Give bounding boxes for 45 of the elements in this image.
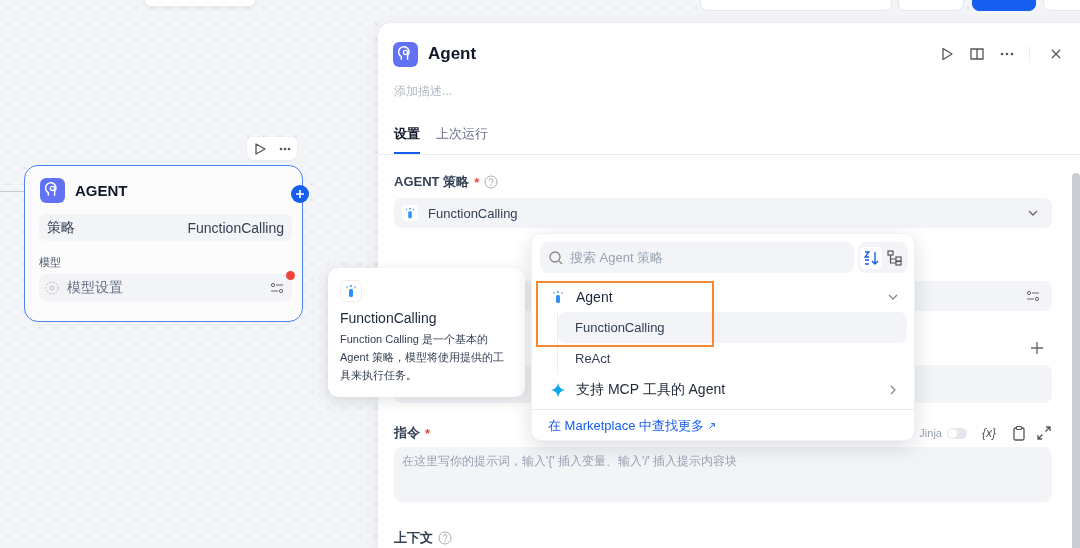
expand-icon[interactable] (1036, 425, 1052, 441)
tooltip-title: FunctionCalling (340, 310, 438, 326)
tooltip-description: Function Calling 是一个基本的 Agent 策略，模型将使用提供的工具来执行任务。 (340, 332, 505, 383)
field-label: 指令 (394, 424, 420, 442)
strategy-option[interactable]: FunctionCalling (558, 312, 907, 343)
settings-icon[interactable] (270, 280, 284, 295)
agent-head-icon (40, 178, 65, 203)
agent-head-icon (393, 41, 418, 67)
external-link-icon (707, 422, 716, 430)
clipboard-icon[interactable] (1011, 425, 1027, 441)
tool-icon (402, 205, 418, 221)
strategy-value: FunctionCalling (187, 219, 284, 236)
add-icon[interactable] (291, 185, 309, 203)
play-icon[interactable] (252, 141, 267, 156)
field-label: 上下文 (394, 529, 433, 547)
model-row[interactable]: 模型设置 (39, 274, 292, 301)
field-label: AGENT 策略 (394, 173, 470, 191)
tool-icon (340, 280, 362, 302)
agent-node[interactable]: AGENT 策略 FunctionCalling 模型 模型设置 (24, 165, 303, 322)
search-icon (548, 249, 564, 266)
add-icon[interactable] (1030, 341, 1044, 355)
strategy-option[interactable]: ReAct (558, 343, 907, 374)
jinja-label: Jinja (919, 427, 942, 439)
settings-icon[interactable] (1026, 289, 1040, 303)
required-mark: * (425, 425, 431, 441)
tab[interactable]: 设置 (394, 117, 420, 154)
jinja-toggle[interactable] (947, 427, 967, 439)
tab[interactable]: 上次运行 (436, 117, 488, 154)
strategy-group[interactable]: 支持 MCP 工具的 Agent (532, 374, 914, 405)
model-value: 模型设置 (67, 278, 123, 297)
marketplace-link[interactable]: 在 Marketplace 中查找更多 (548, 418, 716, 433)
strategy-select[interactable]: FunctionCalling (394, 198, 1052, 228)
tool-icon (550, 288, 566, 305)
strategy-label: 策略 (47, 218, 75, 237)
model-icon (45, 280, 59, 295)
variable-button[interactable]: {x} (982, 426, 996, 440)
required-mark: * (474, 174, 480, 190)
sort-icon[interactable] (860, 246, 882, 269)
model-label: 模型 (39, 255, 62, 270)
book-icon[interactable] (969, 46, 985, 62)
node-title: AGENT (75, 182, 128, 199)
play-icon[interactable] (939, 46, 955, 62)
scrollbar[interactable] (1072, 173, 1080, 548)
panel-title: Agent (428, 44, 477, 64)
connector-line (0, 191, 24, 192)
